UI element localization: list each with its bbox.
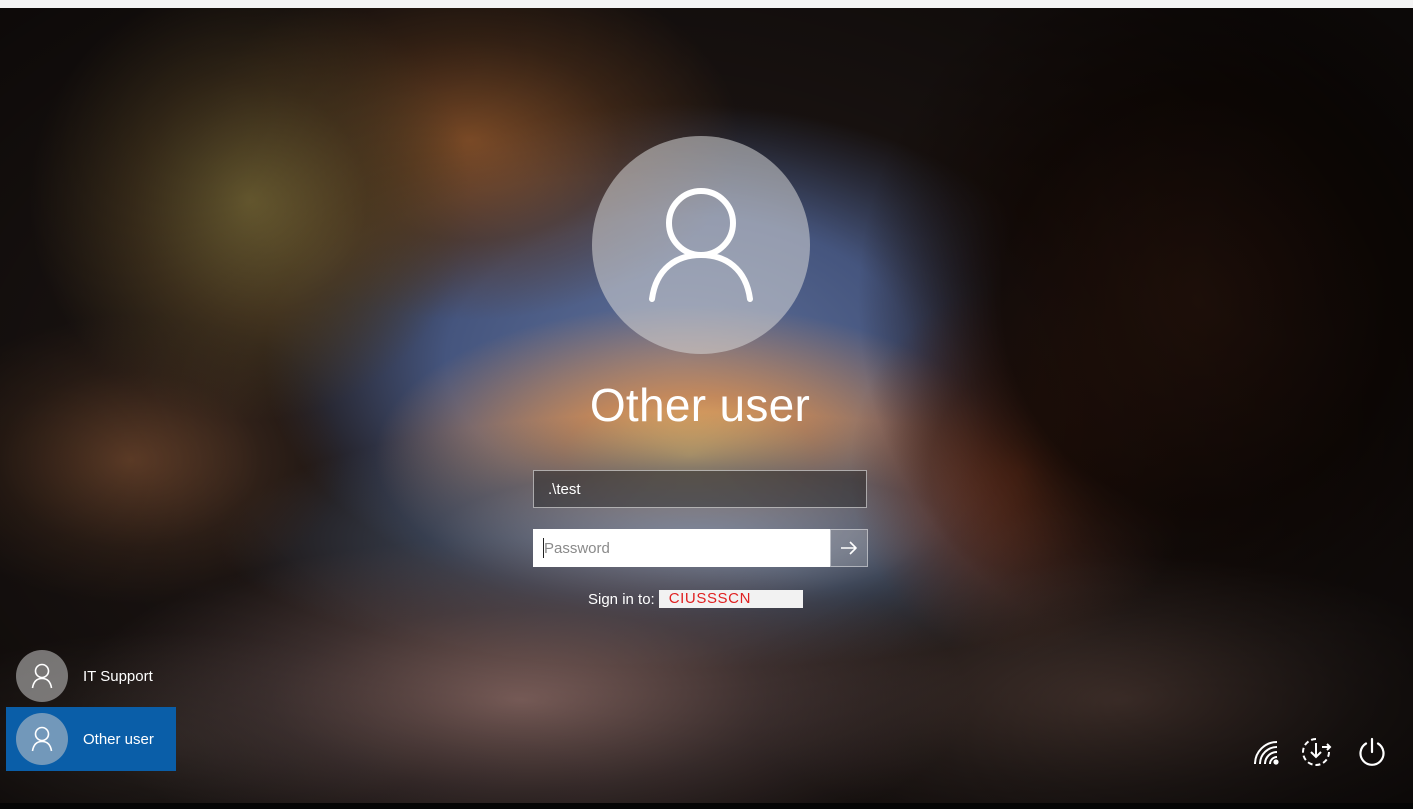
power-button[interactable]	[1352, 732, 1392, 772]
submit-button[interactable]	[830, 529, 868, 567]
wifi-icon	[1254, 741, 1279, 765]
user-avatar-small	[16, 713, 68, 765]
lock-screen: Other user Sign in to: CIUSSSCN IT Suppo…	[0, 0, 1413, 809]
sign-in-target: Sign in to: CIUSSSCN	[588, 588, 803, 610]
person-icon	[649, 188, 753, 302]
user-tile-other-user[interactable]: Other user	[6, 707, 176, 771]
password-input[interactable]	[533, 529, 830, 567]
text-caret	[543, 538, 544, 558]
user-avatar-small	[16, 650, 68, 702]
user-avatar-large	[592, 136, 810, 354]
domain-name: CIUSSSCN	[658, 590, 803, 608]
network-button[interactable]	[1246, 732, 1286, 772]
arrow-right-icon	[841, 541, 857, 555]
ease-of-access-button[interactable]	[1296, 732, 1336, 772]
user-tile-it-support[interactable]: IT Support	[6, 644, 176, 708]
person-icon	[31, 726, 53, 752]
bottom-edge-strip	[0, 803, 1413, 809]
top-edge-strip	[0, 0, 1413, 8]
user-tile-label: Other user	[83, 730, 154, 748]
username-input[interactable]	[533, 470, 867, 508]
person-icon	[31, 663, 53, 689]
selected-user-name: Other user	[589, 379, 811, 431]
ease-of-access-icon	[1302, 738, 1332, 766]
power-icon	[1359, 737, 1385, 766]
user-tile-label: IT Support	[83, 667, 153, 685]
sign-in-label: Sign in to:	[588, 590, 655, 608]
password-row	[533, 529, 868, 567]
